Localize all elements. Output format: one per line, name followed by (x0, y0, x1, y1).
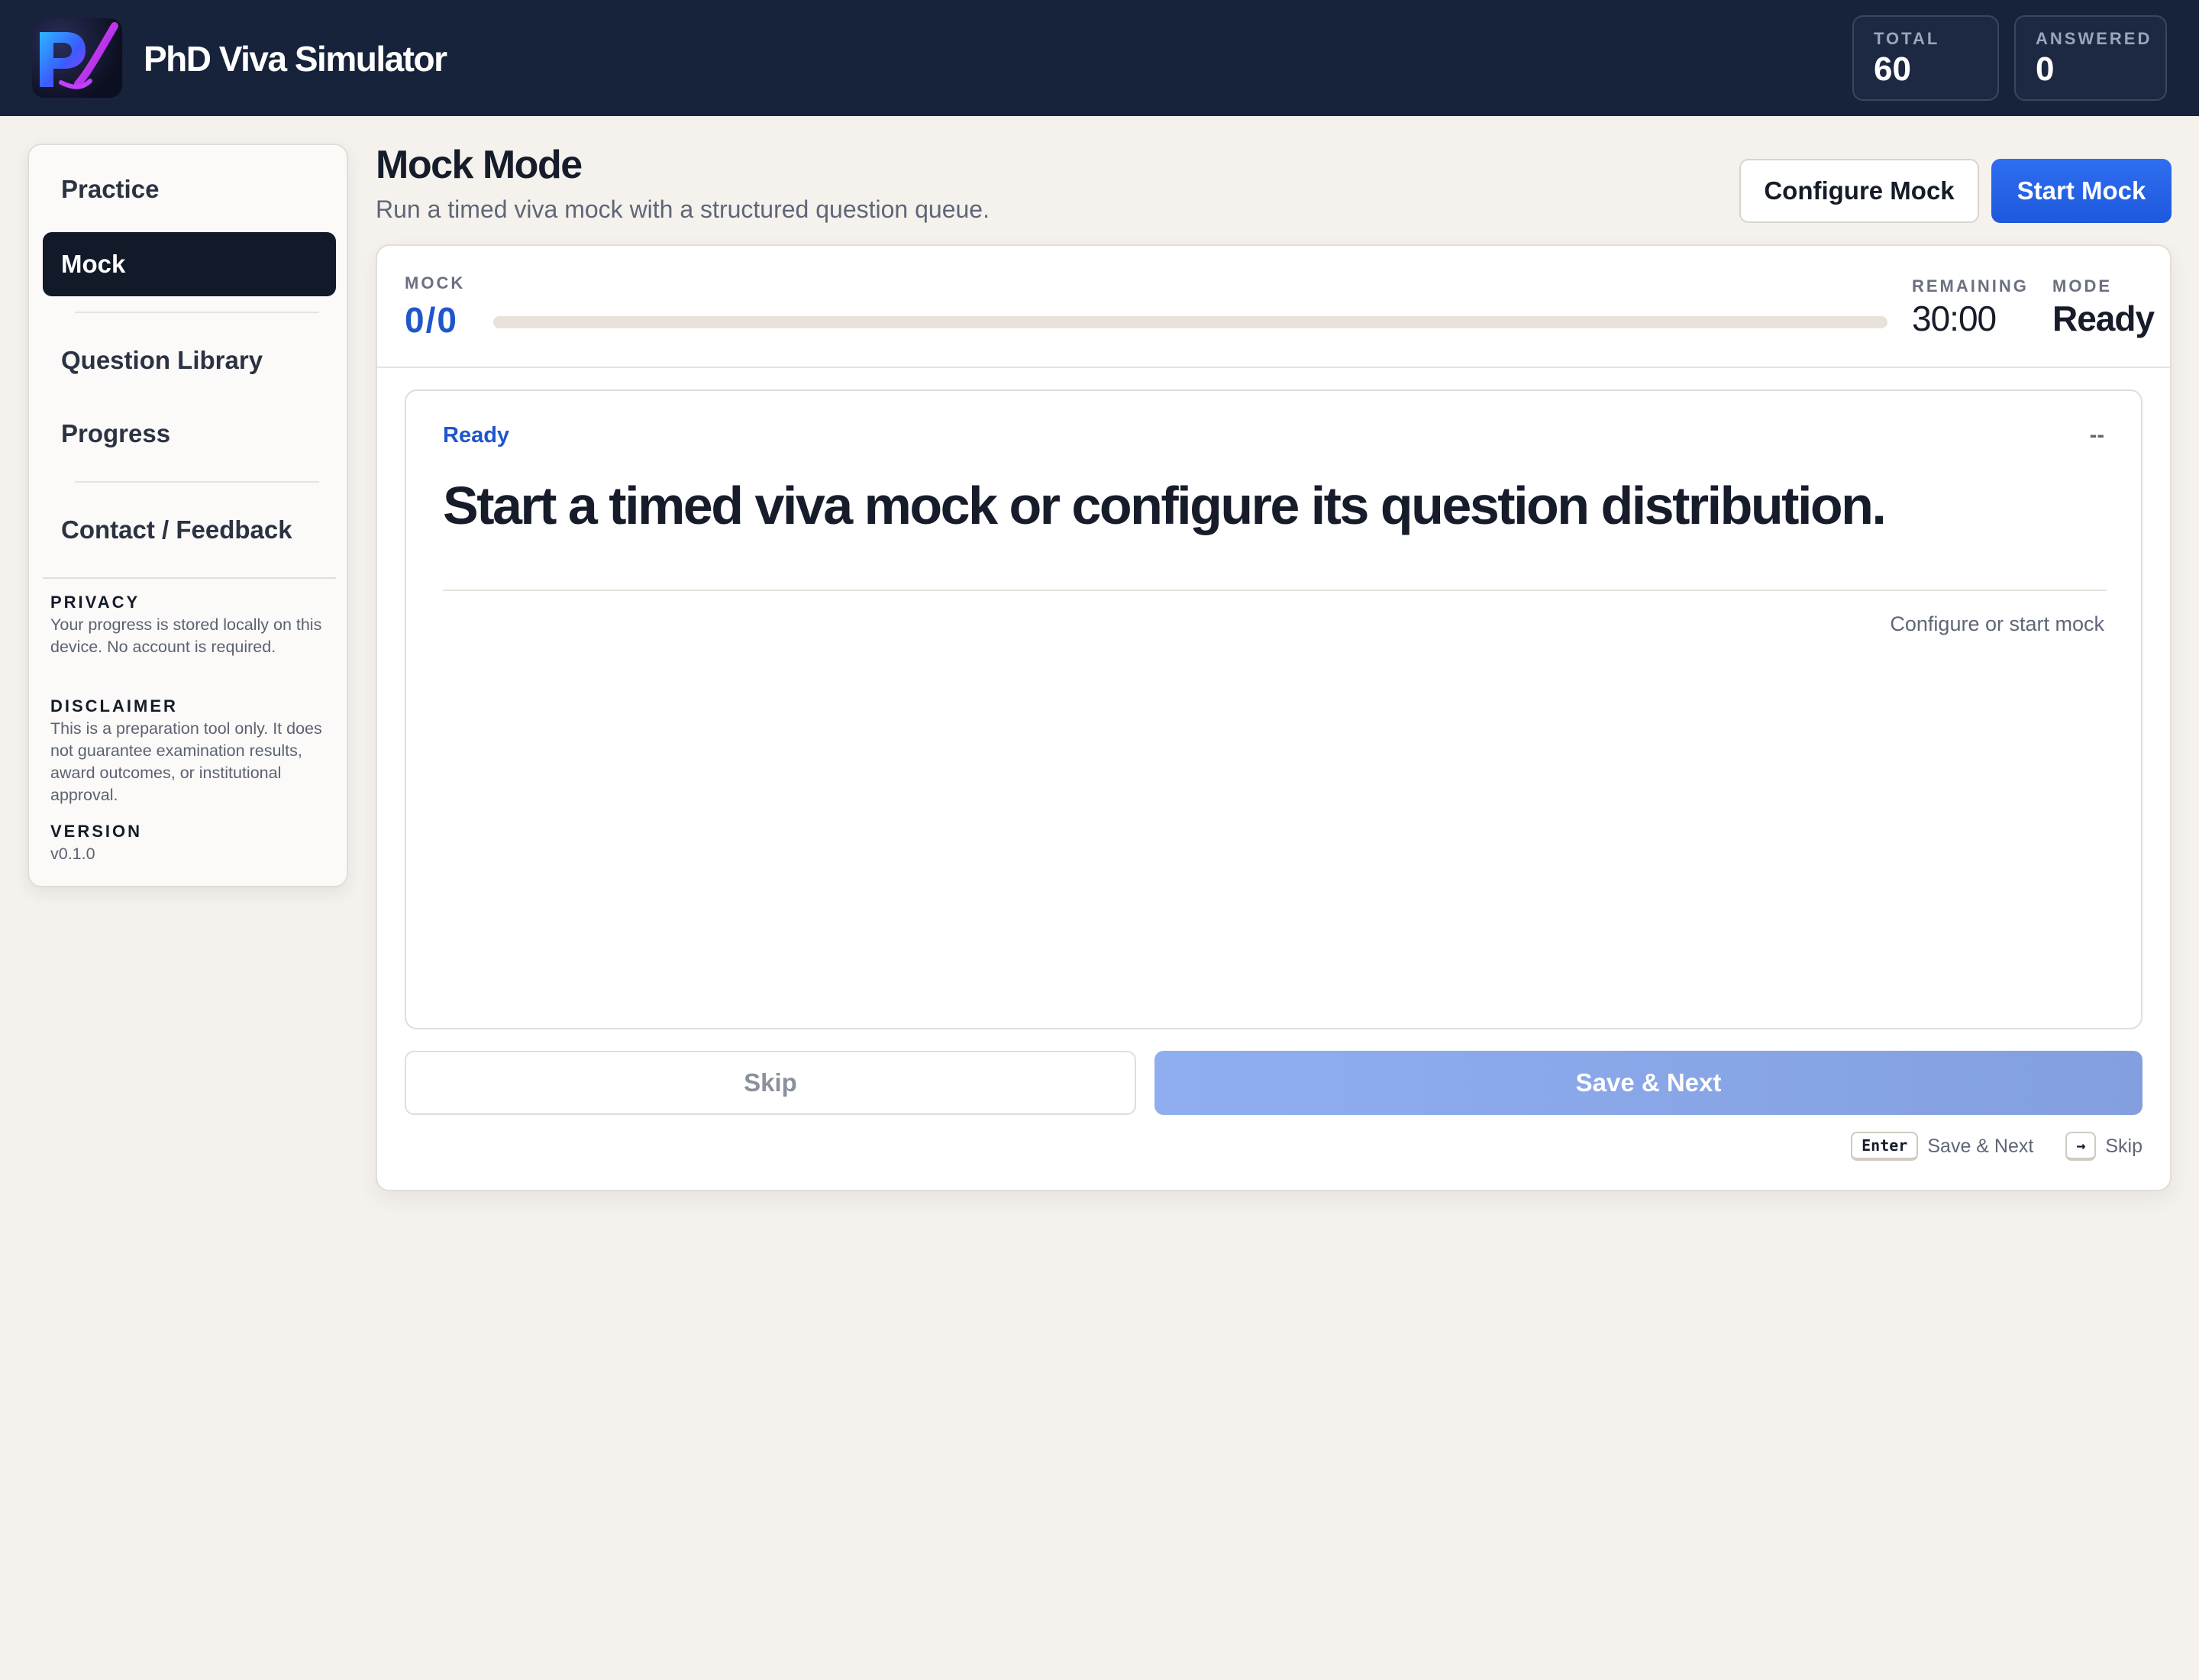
skip-button[interactable]: Skip (405, 1051, 1136, 1115)
remaining-label: REMAINING (1912, 276, 2029, 296)
disclaimer-section: DISCLAIMER This is a preparation tool on… (50, 696, 333, 806)
mock-count: 0/0 (405, 300, 458, 340)
page-subtitle: Run a timed viva mock with a structured … (376, 195, 990, 223)
mock-progress-bar (493, 316, 1887, 328)
mode-label: MODE (2052, 276, 2112, 296)
skip-shortcut-label: Skip (2105, 1135, 2142, 1157)
answered-stat: ANSWERED 0 (2014, 15, 2167, 101)
enter-key: Enter (1851, 1132, 1919, 1161)
arrow-right-key: → (2065, 1132, 2097, 1161)
sidebar-item-practice[interactable]: Practice (43, 157, 336, 221)
save-next-button[interactable]: Save & Next (1154, 1051, 2142, 1115)
question-hint: Configure or start mock (1890, 612, 2104, 635)
question-meta: -- (2089, 423, 2104, 447)
sidebar-item-question-library[interactable]: Question Library (43, 328, 336, 393)
question-text: Start a timed viva mock or configure its… (443, 476, 1887, 535)
remaining-timer: 30:00 (1912, 299, 1997, 338)
total-stat-label: TOTAL (1874, 29, 1940, 48)
app-title: PhD Viva Simulator (144, 39, 447, 79)
page-title: Mock Mode (376, 143, 583, 187)
mode-value: Ready (2052, 299, 2155, 338)
keyboard-shortcuts: Enter Save & Next → Skip (1851, 1132, 2142, 1161)
question-status: Ready (443, 423, 510, 447)
disclaimer-label: DISCLAIMER (50, 696, 178, 716)
version-section: VERSION v0.1.0 (50, 822, 333, 865)
mock-panel: MOCK 0/0 REMAINING 30:00 MODE Ready Read… (376, 244, 2172, 1191)
version-value: v0.1.0 (50, 845, 95, 863)
sidebar-divider (75, 481, 319, 483)
disclaimer-text: This is a preparation tool only. It does… (50, 719, 322, 804)
app-logo-icon[interactable] (32, 18, 122, 98)
save-shortcut-label: Save & Next (1927, 1135, 2034, 1157)
sidebar-item-progress[interactable]: Progress (43, 402, 336, 466)
privacy-label: PRIVACY (50, 593, 140, 612)
top-bar: PhD Viva Simulator TOTAL 60 ANSWERED 0 (0, 0, 2199, 116)
sidebar-item-mock[interactable]: Mock (43, 232, 336, 296)
mock-label: MOCK (405, 273, 466, 292)
total-stat: TOTAL 60 (1852, 15, 1999, 101)
version-label: VERSION (50, 822, 143, 841)
sidebar-divider (75, 312, 319, 313)
total-stat-value: 60 (1874, 50, 1911, 88)
start-mock-button[interactable]: Start Mock (1991, 159, 2172, 223)
privacy-section: PRIVACY Your progress is stored locally … (50, 593, 333, 658)
panel-divider (377, 367, 2170, 368)
sidebar-item-contact-feedback[interactable]: Contact / Feedback (43, 498, 336, 562)
answered-stat-value: 0 (2036, 50, 2055, 88)
answered-stat-label: ANSWERED (2036, 29, 2152, 48)
question-card: Ready -- Start a timed viva mock or conf… (405, 389, 2142, 1029)
sidebar-divider (43, 577, 336, 579)
privacy-text: Your progress is stored locally on this … (50, 615, 322, 656)
question-divider (443, 590, 2107, 591)
configure-mock-button[interactable]: Configure Mock (1739, 159, 1979, 223)
sidebar: Practice Mock Question Library Progress … (27, 144, 348, 887)
